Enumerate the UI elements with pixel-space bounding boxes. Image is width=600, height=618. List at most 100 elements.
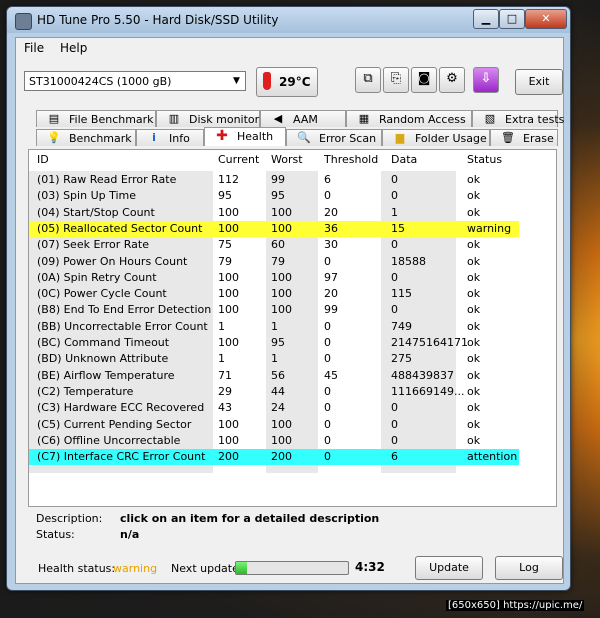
tab-aam[interactable]: ◀ AAM	[260, 110, 346, 127]
cell-data: 0	[391, 173, 398, 186]
table-row[interactable]: (0A) Spin Retry Count 100 100 97 0 ok	[29, 270, 519, 286]
tab-erase[interactable]: 🗑 Erase	[490, 129, 558, 146]
camera-icon[interactable]: ◙	[411, 67, 437, 93]
cell-current: 100	[218, 205, 239, 219]
temperature-display[interactable]: 29°C	[256, 67, 318, 97]
table-row[interactable]: (C6) Offline Uncorrectable 100 100 0 0 ok	[29, 433, 519, 449]
column-header-data[interactable]: Data	[391, 150, 417, 170]
cell-status: ok	[467, 384, 481, 398]
cell-id: (09) Power On Hours Count	[37, 254, 188, 268]
cell-worst: 100	[271, 433, 292, 447]
copy-text-icon[interactable]: ⧉	[355, 67, 381, 93]
cell-id: (BD) Unknown Attribute	[37, 352, 169, 366]
cell-threshold: 99	[324, 303, 338, 317]
menu-help[interactable]: Help	[60, 41, 87, 55]
cell-threshold: 36	[324, 221, 338, 235]
speaker-icon: ◀	[273, 112, 283, 125]
health-panel: ID Current Worst Threshold Data Status (…	[28, 149, 557, 507]
table-row[interactable]: (05) Reallocated Sector Count 100 100 36 15 w…	[29, 220, 519, 237]
tab-info[interactable]: i Info	[136, 129, 204, 146]
log-button[interactable]: Log	[495, 556, 563, 580]
cell-status: ok	[467, 433, 481, 447]
cell-current: 100	[218, 221, 239, 235]
cell-status: attention	[467, 450, 518, 464]
options-icon[interactable]: ⚙	[439, 67, 465, 93]
drive-select[interactable]: ST31000424CS (1000 gB) ▼	[24, 71, 246, 91]
table-row[interactable]: (BE) Airflow Temperature 71 56 45 488439837 o…	[29, 368, 519, 384]
table-row[interactable]: (C5) Current Pending Sector 100 100 0 0 ok	[29, 417, 519, 433]
table-row[interactable]: (09) Power On Hours Count 79 79 0 18588 ok	[29, 254, 519, 270]
table-row[interactable]: (0C) Power Cycle Count 100 100 20 115 ok	[29, 286, 519, 302]
table-row[interactable]: (01) Raw Read Error Rate 112 99 6 0 ok	[29, 172, 519, 188]
cell-id: (04) Start/Stop Count	[37, 205, 155, 219]
tab-strip: ▤ File Benchmark ▥ Disk monitor ◀ AAM ▦ …	[16, 110, 564, 148]
cell-threshold: 45	[324, 368, 338, 382]
cell-worst: 1	[271, 319, 278, 333]
cell-data: 111669149...	[391, 384, 465, 398]
column-header-current[interactable]: Current	[218, 150, 259, 170]
tab-random-access[interactable]: ▦ Random Access	[346, 110, 472, 127]
column-header-worst[interactable]: Worst	[271, 150, 303, 170]
tab-extra-tests[interactable]: ▧ Extra tests	[472, 110, 564, 127]
disk-monitor-icon: ▥	[168, 112, 180, 125]
tab-folder-usage[interactable]: ▆ Folder Usage	[382, 129, 490, 146]
cell-id: (05) Reallocated Sector Count	[37, 221, 203, 235]
maximize-button[interactable]: □	[499, 9, 525, 29]
cell-threshold: 0	[324, 254, 331, 268]
benchmark-icon: 💡	[47, 131, 61, 144]
cell-threshold: 0	[324, 352, 331, 366]
cell-id: (0A) Spin Retry Count	[37, 270, 157, 284]
health-icon: ✚	[216, 128, 228, 144]
cell-status: ok	[467, 336, 481, 349]
minimize-button[interactable]: ▁	[473, 9, 499, 29]
tab-disk-monitor[interactable]: ▥ Disk monitor	[156, 110, 260, 127]
watermark-text: [650x650] https://upic.me/	[446, 600, 585, 611]
table-row[interactable]: (C2) Temperature 29 44 0 111669149... ok	[29, 384, 519, 400]
copy-image-icon[interactable]: ⎘	[383, 67, 409, 93]
table-row[interactable]: (B8) End To End Error Detection 100 100 99 0…	[29, 302, 519, 318]
cell-id: (C6) Offline Uncorrectable	[37, 433, 181, 447]
cell-threshold: 0	[324, 319, 331, 333]
menu-file[interactable]: File	[24, 41, 44, 55]
cell-status: ok	[467, 287, 481, 301]
cell-status: ok	[467, 173, 481, 186]
file-benchmark-icon: ▤	[48, 112, 60, 125]
tab-error-scan[interactable]: 🔍 Error Scan	[286, 129, 382, 146]
exit-button[interactable]: Exit	[515, 69, 563, 95]
cell-data: 18588	[391, 254, 426, 268]
cell-current: 100	[218, 433, 239, 447]
table-row[interactable]: (07) Seek Error Rate 75 60 30 0 ok	[29, 237, 519, 253]
cell-status: ok	[467, 303, 481, 317]
menu-bar: File Help	[16, 38, 563, 58]
cell-id: (C3) Hardware ECC Recovered	[37, 401, 205, 415]
cell-current: 100	[218, 417, 239, 431]
cell-data: 749	[391, 319, 412, 333]
table-row[interactable]: (04) Start/Stop Count 100 100 20 1 ok	[29, 205, 519, 221]
table-row[interactable]: (C7) Interface CRC Error Count 200 200 0 6 at…	[29, 449, 519, 466]
table-row[interactable]: (BC) Command Timeout 100 95 0 21475164171 ok	[29, 335, 519, 351]
cell-status: ok	[467, 238, 481, 252]
tab-health[interactable]: ✚ Health	[204, 127, 286, 146]
cell-worst: 200	[271, 450, 292, 464]
cell-data: 6	[391, 450, 398, 464]
tab-benchmark[interactable]: 💡 Benchmark	[36, 129, 136, 146]
column-header-status[interactable]: Status	[467, 150, 502, 170]
table-row[interactable]: (C3) Hardware ECC Recovered 43 24 0 0 ok	[29, 400, 519, 416]
table-row[interactable]: (BD) Unknown Attribute 1 1 0 275 ok	[29, 351, 519, 367]
update-button[interactable]: Update	[415, 556, 483, 580]
cell-data: 275	[391, 352, 412, 366]
cell-data: 0	[391, 417, 398, 431]
column-header-threshold[interactable]: Threshold	[324, 150, 378, 170]
close-button[interactable]: ✕	[525, 9, 567, 29]
temperature-value: 29°C	[279, 75, 311, 89]
tab-file-benchmark[interactable]: ▤ File Benchmark	[36, 110, 156, 127]
column-header-id[interactable]: ID	[37, 150, 49, 170]
table-row[interactable]: (BB) Uncorrectable Error Count 1 1 0 749 ok	[29, 319, 519, 335]
cell-threshold: 30	[324, 238, 338, 252]
table-row[interactable]: (03) Spin Up Time 95 95 0 0 ok	[29, 188, 519, 204]
cell-worst: 99	[271, 173, 285, 186]
extra-tests-icon: ▧	[484, 112, 496, 125]
save-download-icon[interactable]: ⇩	[473, 67, 499, 93]
window-title: HD Tune Pro 5.50 - Hard Disk/SSD Utility	[37, 13, 279, 27]
cell-id: (07) Seek Error Rate	[37, 238, 149, 252]
